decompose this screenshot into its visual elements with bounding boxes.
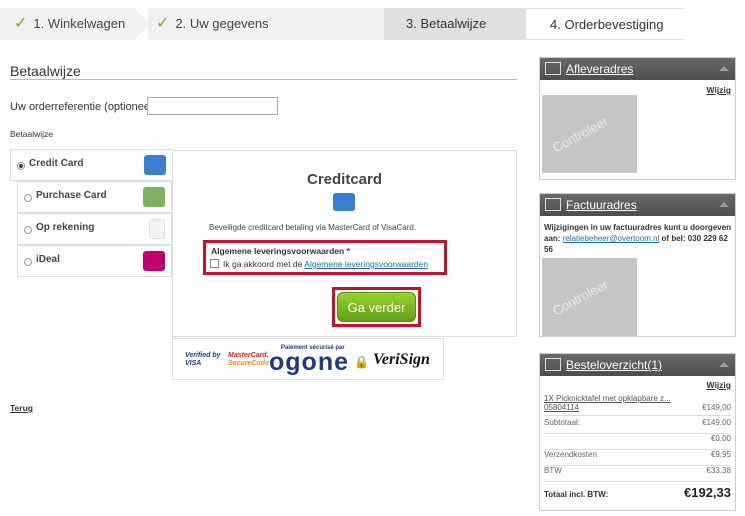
payment-logos: Verified by VISA MasterCard. SecureCode Pa…	[172, 338, 444, 380]
collapse-icon[interactable]	[719, 362, 729, 367]
shipping-row: Verzendkosten €9,95	[544, 450, 731, 466]
ideal-icon	[143, 251, 165, 271]
radio-button[interactable]	[24, 226, 32, 234]
order-header[interactable]: Besteloverzicht(1)	[540, 354, 735, 376]
invoice-header[interactable]: Factuuradres	[540, 194, 735, 216]
invoice-icon	[149, 219, 165, 239]
payment-method-credit-card[interactable]: Credit Card	[10, 149, 173, 181]
step-uw-gegevens[interactable]: ✓ 2. Uw gegevens	[148, 8, 400, 40]
truck-icon	[545, 62, 561, 75]
payment-method-ideal[interactable]: iDeal	[17, 245, 172, 277]
credit-card-icon	[144, 155, 166, 175]
address-placeholder-image: Controleer	[542, 95, 637, 173]
delivery-address-box: Afleveradres Wijzig Controleer	[539, 57, 736, 180]
divider	[10, 79, 517, 80]
lock-icon: 🔒	[354, 355, 369, 369]
terms-checkbox[interactable]	[210, 259, 219, 268]
step-orderbevestiging: 4. Orderbevestiging	[526, 8, 684, 40]
checkmark-icon: ✓	[14, 15, 28, 32]
order-summary-box: Besteloverzicht(1) Wijzig 1X Picknicktaf…	[539, 353, 736, 511]
verified-by-visa-logo: Verified by VISA	[185, 352, 221, 367]
verisign-logo: VeriSign	[373, 351, 430, 368]
orderref-input[interactable]	[147, 97, 278, 115]
terms-link[interactable]: Algemene leveringsvoorwaarden	[304, 259, 428, 269]
order-item-link[interactable]: 1X Picknicktafel met opklapbare z... 058…	[544, 394, 674, 412]
continue-button[interactable]: Ga verder	[337, 292, 416, 322]
checkout-steps: ✓ 1. Winkelwagen ✓ 2. Uw gegevens 3. Betaa…	[0, 8, 700, 40]
step-betaalwijze: 3. Betaalwijze	[384, 8, 542, 40]
terms-text: Ik ga akkoord met de	[223, 259, 303, 269]
edit-delivery-link[interactable]: Wijzig	[707, 85, 731, 95]
cart-icon	[545, 358, 561, 371]
radio-button[interactable]	[17, 162, 25, 170]
panel-title: Creditcard	[306, 171, 383, 188]
invoice-note: Wijzigingen in uw factuuradres kunt u do…	[544, 223, 732, 254]
total-label: Totaal incl. BTW:	[544, 490, 609, 499]
continue-highlight: Ga verder	[332, 287, 421, 327]
panel-description: Beveiligde creditcard betaling via Maste…	[209, 223, 417, 232]
credit-card-icon	[333, 193, 355, 211]
payment-method-purchase-card[interactable]: Purchase Card	[17, 181, 172, 213]
collapse-icon[interactable]	[719, 202, 729, 207]
mastercard-securecode-logo: MasterCard. SecureCode	[228, 352, 269, 367]
order-item-row: 1X Picknicktafel met opklapbare z... 058…	[544, 394, 731, 416]
purchase-card-icon	[143, 187, 165, 207]
page-title: Betaalwijze	[10, 63, 81, 79]
edit-order-link[interactable]: Wijzig	[707, 380, 731, 390]
ogone-logo: ogone	[269, 348, 349, 376]
back-link[interactable]: Terug	[10, 403, 33, 413]
email-link[interactable]: relatiebeheer@overtoom.nl	[563, 234, 660, 243]
invoice-icon	[545, 198, 561, 211]
payment-method-op-rekening[interactable]: Op rekening	[17, 213, 172, 245]
total-value: €192,33	[684, 485, 731, 500]
terms-heading: Algemene leveringsvoorwaarden *	[211, 246, 350, 256]
radio-button[interactable]	[24, 194, 32, 202]
checkmark-icon: ✓	[156, 15, 170, 32]
address-placeholder-image: Controleer	[542, 258, 637, 336]
radio-button[interactable]	[24, 258, 32, 266]
discount-row: €0,00	[544, 434, 731, 450]
delivery-header[interactable]: Afleveradres	[540, 58, 735, 80]
collapse-icon[interactable]	[719, 66, 729, 71]
vat-row: BTW €33,38	[544, 466, 731, 482]
subtotal-row: Subtotaal: €149,00	[544, 418, 731, 434]
invoice-address-box: Factuuradres Wijzigingen in uw factuurad…	[539, 193, 736, 337]
terms-highlight: Algemene leveringsvoorwaarden * Ik ga ak…	[203, 240, 447, 275]
orderref-label: Uw orderreferentie (optioneel)	[10, 101, 157, 113]
method-label: Betaalwijze	[10, 129, 53, 139]
step-winkelwagen[interactable]: ✓ 1. Winkelwagen	[0, 8, 150, 40]
creditcard-panel: Creditcard Beveiligde creditcard betalin…	[172, 150, 517, 337]
